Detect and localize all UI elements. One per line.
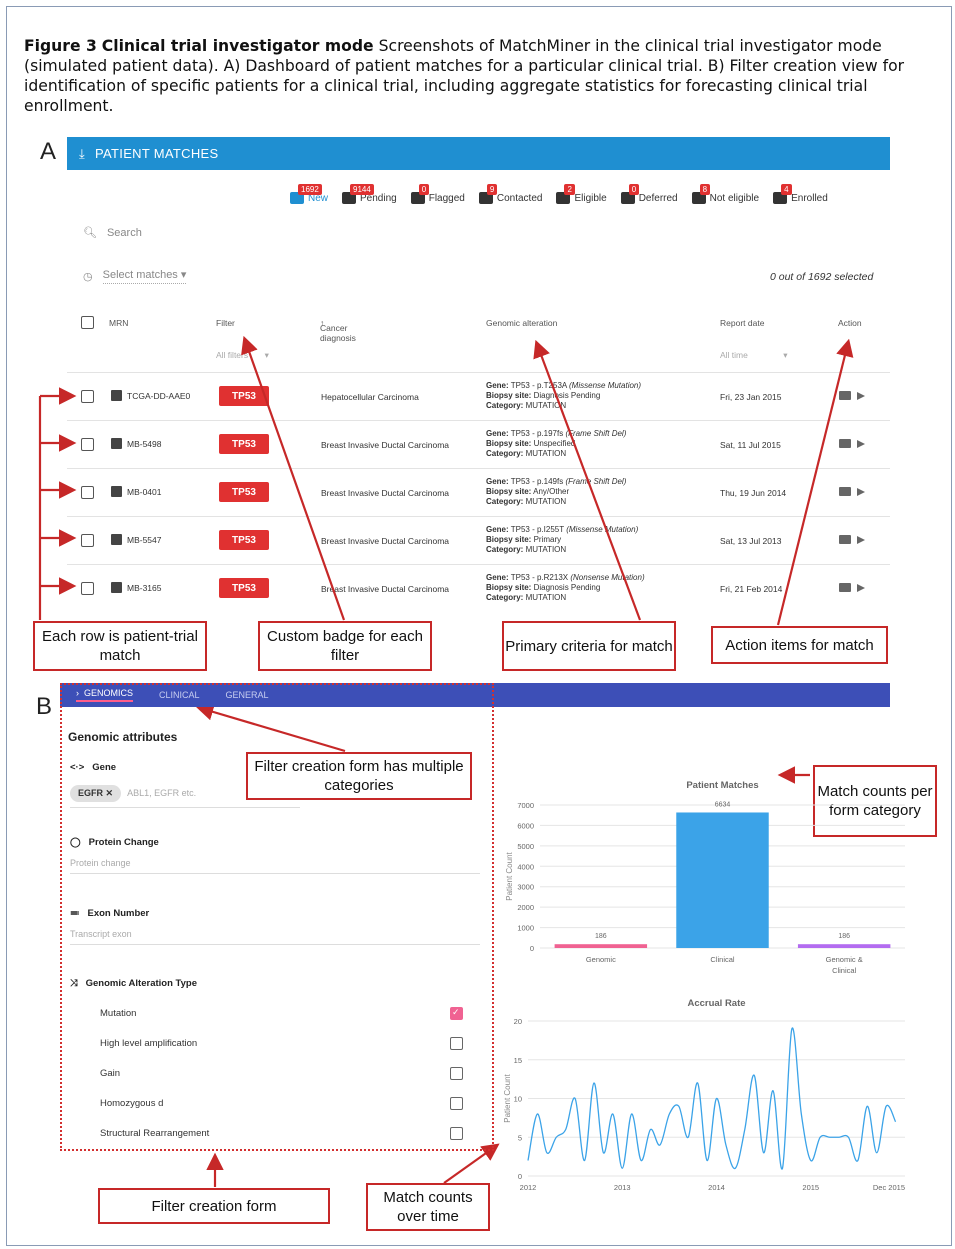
x-tick-line: Genomic & (826, 955, 863, 964)
bar (797, 944, 891, 948)
alteration-option-label: Structural Rearrangement (100, 1128, 210, 1139)
alteration-option-checkbox[interactable] (450, 1037, 463, 1050)
y-tick-label: 10 (514, 1095, 522, 1104)
y-tick-label: 2000 (517, 903, 534, 912)
callout-actions: Action items for match (711, 626, 888, 664)
callout-categories: Filter creation form has multiple catego… (246, 752, 472, 800)
x-tick-label: Genomic (586, 955, 616, 964)
callout-criteria: Primary criteria for match (502, 621, 676, 671)
x-tick-line: Clinical (832, 966, 857, 975)
accrual-rate-chart: Accrual Rate Patient Count 0 5 10 15 20 2012 201… (503, 998, 905, 1192)
alteration-option-label: Mutation (100, 1008, 137, 1019)
callout-over-time: Match counts over time (366, 1183, 490, 1231)
y-tick-label: 5 (518, 1133, 522, 1142)
y-tick-label: 0 (530, 944, 534, 953)
patient-matches-chart: Patient Matches Patient Count 0 1000 2000 300… (505, 780, 905, 975)
exon-label: ≕ Exon Number (70, 908, 150, 919)
panel-b-letter: B (36, 693, 53, 720)
y-tick-label: 3000 (517, 883, 534, 892)
data-label: 6634 (715, 801, 731, 808)
x-tick-label: Dec 2015 (873, 1183, 905, 1192)
data-label: 186 (838, 933, 850, 940)
alteration-option-checkbox[interactable] (450, 1067, 463, 1080)
y-tick-label: 15 (514, 1056, 522, 1065)
y-tick-label: 20 (514, 1017, 522, 1026)
protein-label: ◯ Protein Change (70, 837, 159, 848)
chart-title: Accrual Rate (687, 998, 745, 1009)
alteration-option-label: High level amplification (100, 1038, 198, 1049)
x-tick-label: 2013 (614, 1183, 631, 1192)
exon-input[interactable]: Transcript exon (70, 929, 480, 945)
shuffle-icon: ⤨ (70, 978, 78, 989)
callout-rows: Each row is patient-trial match (33, 621, 207, 671)
chart-title: Patient Matches (686, 780, 758, 791)
alteration-option-checkbox[interactable] (450, 1097, 463, 1110)
data-label: 186 (595, 933, 607, 940)
callout-badge: Custom badge for each filter (258, 621, 432, 671)
x-tick-label: 2014 (708, 1183, 725, 1192)
protein-input[interactable]: Protein change (70, 858, 480, 874)
y-tick-label: 7000 (517, 801, 534, 810)
gene-hint: ABL1, EGFR etc. (127, 788, 197, 798)
protein-icon: ◯ (70, 837, 81, 848)
alteration-option-checkbox[interactable]: ✓ (450, 1007, 463, 1020)
y-tick-label: 0 (518, 1172, 522, 1181)
alteration-type-label: ⤨ Genomic Alteration Type (70, 978, 197, 989)
alteration-option-checkbox[interactable] (450, 1127, 463, 1140)
alteration-option-label: Homozygous d (100, 1098, 164, 1109)
alteration-option-label: Gain (100, 1068, 121, 1079)
x-tick-label: Clinical (710, 955, 735, 964)
x-tick-label: 2015 (802, 1183, 819, 1192)
gene-chip[interactable]: EGFR ✕ (70, 785, 122, 802)
gene-icon: <·> (70, 762, 85, 773)
gene-label: <·> Gene (70, 762, 117, 773)
y-axis-label: Patient Count (503, 1073, 512, 1122)
bar (676, 812, 769, 948)
y-tick-label: 5000 (517, 842, 534, 851)
y-tick-label: 1000 (517, 924, 534, 933)
bar (554, 944, 648, 948)
y-axis-label: Patient Count (505, 851, 514, 900)
callout-form: Filter creation form (98, 1188, 330, 1224)
form-title: Genomic attributes (68, 730, 178, 744)
exon-icon: ≕ (70, 908, 80, 919)
x-tick-label: Genomic & Clinical (826, 955, 863, 975)
y-tick-label: 6000 (517, 821, 534, 830)
x-tick-label: 2012 (520, 1183, 537, 1192)
y-tick-label: 4000 (517, 862, 534, 871)
